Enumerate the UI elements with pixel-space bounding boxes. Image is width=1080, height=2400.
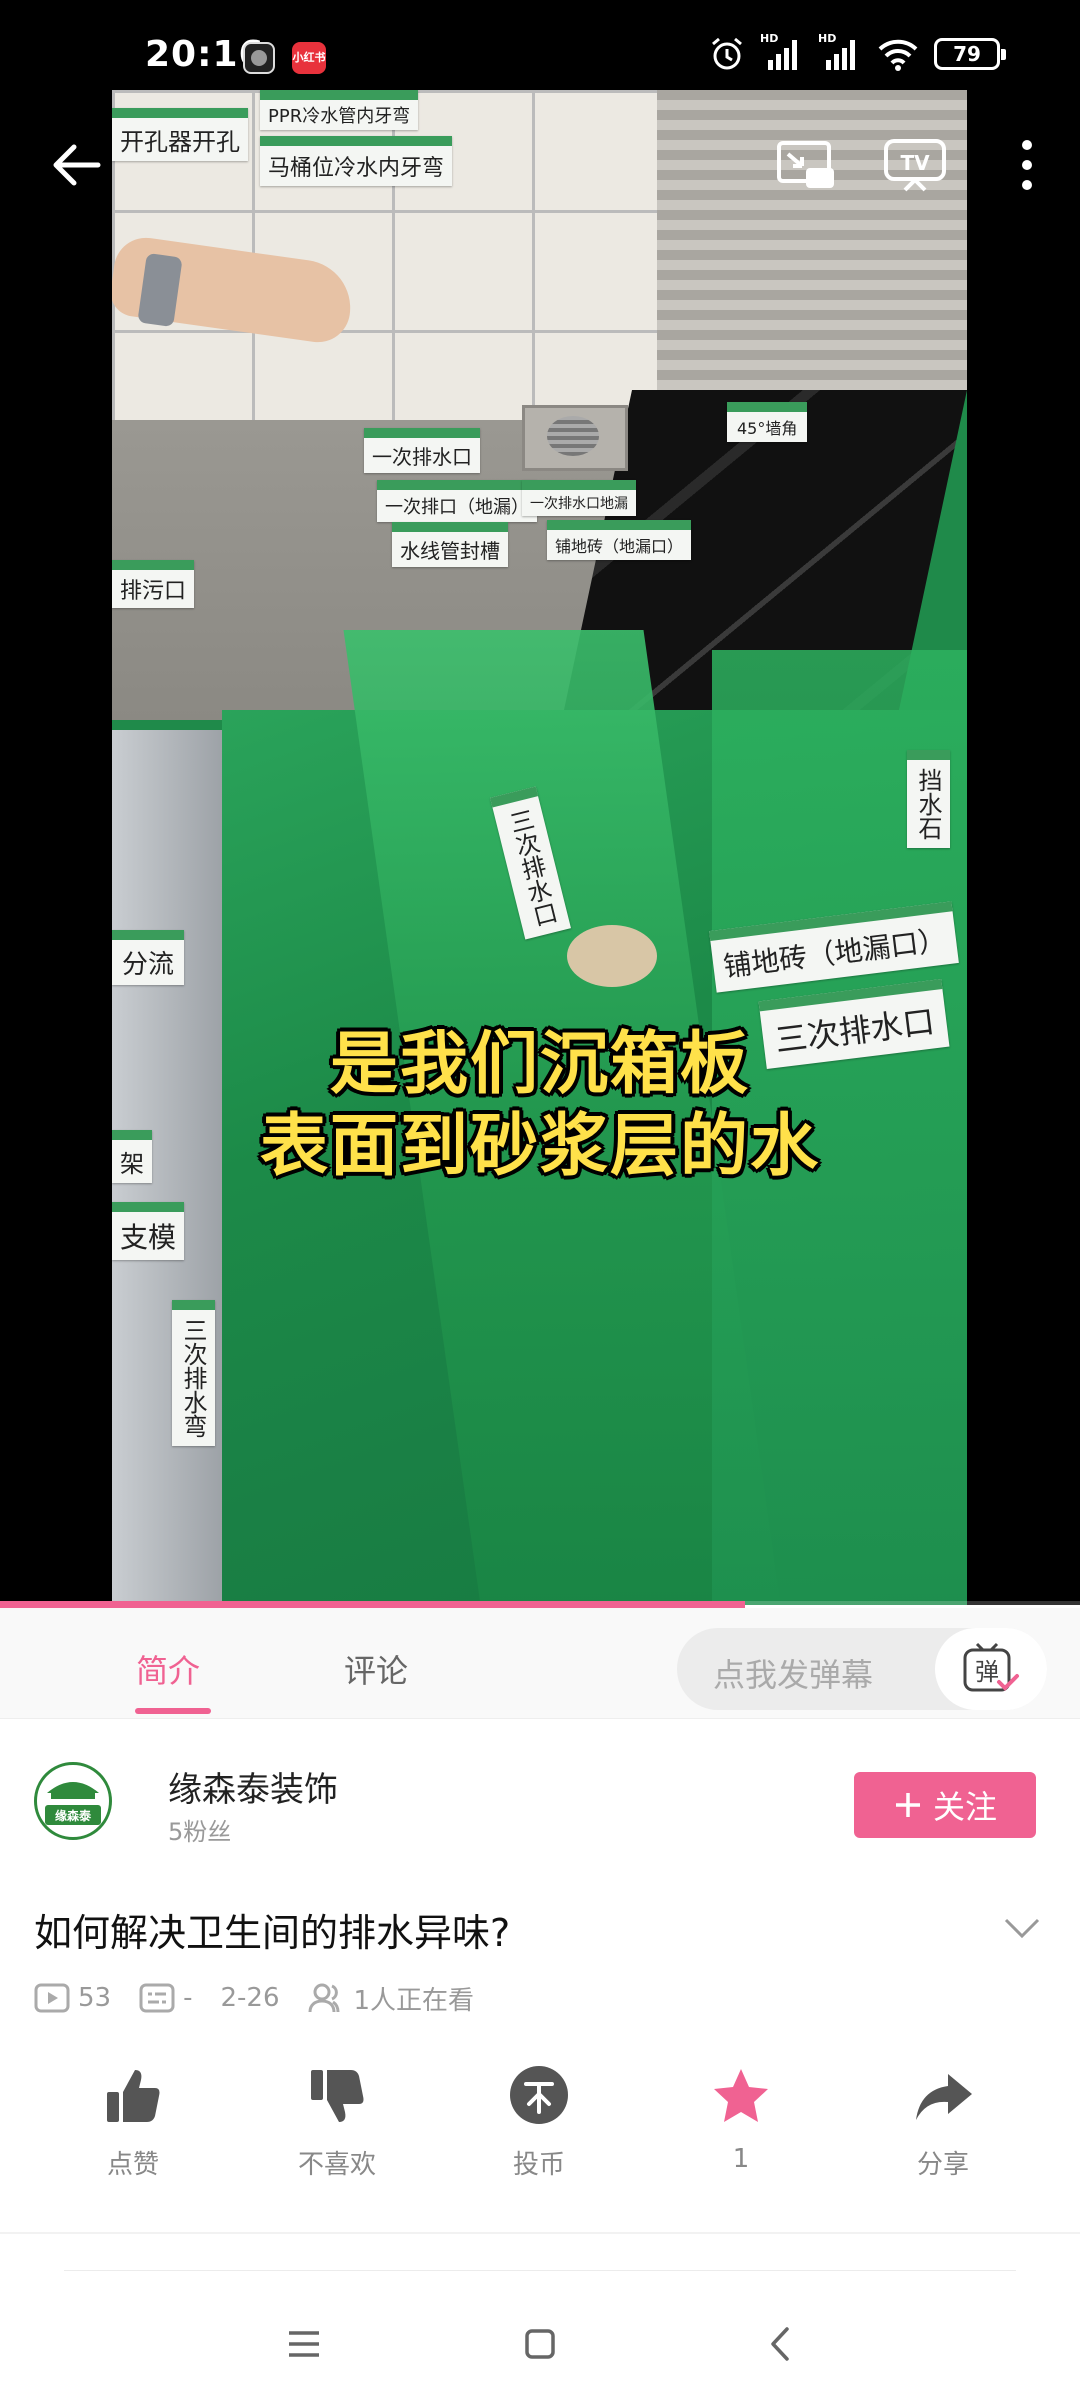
play-count-icon xyxy=(34,1983,70,2013)
player-top-controls: TV xyxy=(0,90,1080,250)
danmaku-count: - xyxy=(139,1983,192,2013)
app-notification-icon xyxy=(243,42,275,74)
more-button[interactable] xyxy=(992,130,1062,200)
back-arrow-icon xyxy=(53,144,101,186)
divider xyxy=(64,2270,1016,2271)
label-tag: 一次排口（地漏） xyxy=(377,480,537,522)
tab-intro[interactable]: 简介 xyxy=(136,1646,200,1692)
uploader-fans: 5粉丝 xyxy=(168,1818,232,1846)
video-meta: 53 - 2-26 1人正在看 xyxy=(34,1978,502,2018)
status-bar: 20:16 小红书 HD HD 79 xyxy=(0,0,1080,90)
back-button[interactable] xyxy=(42,130,112,200)
drain-cap xyxy=(567,925,657,987)
content-tabs: 简介 评论 点我发弹幕 弹 xyxy=(0,1608,1080,1719)
plus-icon xyxy=(895,1793,920,1817)
label-tag: 挡水石 xyxy=(907,750,950,848)
danmaku-toggle-button[interactable]: 弹 xyxy=(935,1628,1047,1710)
coin-icon xyxy=(510,2066,568,2124)
back-chevron-icon xyxy=(771,2327,789,2361)
view-count-value: 53 xyxy=(78,1983,112,2013)
home-square-icon xyxy=(525,2329,555,2359)
chevron-down-icon xyxy=(1004,1918,1040,1939)
alarm-icon xyxy=(712,37,742,70)
danmaku-button-label: 弹 xyxy=(975,1658,999,1686)
danmaku-input[interactable]: 点我发弹幕 弹 xyxy=(677,1628,1047,1710)
like-button[interactable]: 点赞 xyxy=(58,2060,208,2181)
label-tag: 排污口 xyxy=(112,560,195,608)
action-bar: 点赞 不喜欢 投币 1 分享 xyxy=(0,2060,1080,2190)
label-tag: 三次排水弯 xyxy=(172,1300,215,1446)
dislike-button[interactable]: 不喜欢 xyxy=(262,2060,412,2181)
danmaku-count-value: - xyxy=(183,1983,193,2013)
thumb-down-icon xyxy=(311,2070,364,2122)
label-tag: 分流 xyxy=(112,930,185,985)
svg-text:TV: TV xyxy=(900,151,930,175)
label-tag: 一次排水口 xyxy=(364,428,480,473)
status-icons: HD HD 79 xyxy=(708,32,1006,74)
floor-drain xyxy=(522,405,628,471)
follow-label: 关注 xyxy=(932,1788,997,1826)
xiaohongshu-notification-icon: 小红书 xyxy=(292,42,326,74)
video-player[interactable]: PPR冷水管内牙弯 开孔器开孔 马桶位冷水内牙弯 一次排水口 一次排口（地漏） … xyxy=(0,90,1080,1605)
more-icon xyxy=(1022,140,1032,190)
nav-menu-button[interactable] xyxy=(274,2314,334,2374)
avatar-text: 缘森泰 xyxy=(55,1808,92,1823)
signal-2-label: HD xyxy=(818,32,837,45)
danmaku-placeholder: 点我发弹幕 xyxy=(713,1656,874,1694)
watching-now-value: 1人正在看 xyxy=(353,1985,475,2016)
video-progress-bar[interactable] xyxy=(0,1601,1080,1608)
battery-icon: 79 xyxy=(934,38,1006,70)
tv-icon: TV xyxy=(884,139,946,192)
people-icon xyxy=(308,1983,339,2013)
video-progress-fill xyxy=(0,1601,746,1608)
thumb-up-icon xyxy=(107,2070,160,2122)
dislike-label: 不喜欢 xyxy=(297,2150,376,2180)
label-tag: 铺地砖（地漏口） xyxy=(547,520,692,560)
nav-back-button[interactable] xyxy=(750,2314,810,2374)
divider xyxy=(0,2232,1080,2234)
cast-icon xyxy=(777,141,834,188)
menu-icon xyxy=(289,2331,319,2357)
view-count: 53 xyxy=(34,1983,111,2013)
tab-comments[interactable]: 评论 xyxy=(344,1646,408,1692)
label-tag: 一次排水口地漏 xyxy=(522,480,636,516)
active-tab-indicator xyxy=(135,1708,211,1714)
danmaku-icon: 弹 xyxy=(963,1642,1019,1692)
signal-1-label: HD xyxy=(760,32,779,45)
avatar[interactable]: 缘森泰 xyxy=(34,1762,112,1840)
video-frame: PPR冷水管内牙弯 开孔器开孔 马桶位冷水内牙弯 一次排水口 一次排口（地漏） … xyxy=(112,90,967,1605)
favorite-button[interactable]: 1 xyxy=(666,2060,816,2174)
label-tag: 支模 xyxy=(112,1202,185,1260)
cast-button[interactable] xyxy=(771,130,841,200)
watching-now: 1人正在看 xyxy=(308,1980,475,2017)
share-label: 分享 xyxy=(916,2150,969,2180)
danmaku-count-icon xyxy=(139,1983,175,2013)
like-label: 点赞 xyxy=(106,2150,159,2180)
star-icon xyxy=(714,2069,768,2122)
expand-button[interactable] xyxy=(1000,1908,1044,1948)
avatar-logo: 缘森泰 xyxy=(45,1782,101,1825)
uploader-name[interactable]: 缘森泰装饰 xyxy=(168,1762,338,1811)
favorite-count: 1 xyxy=(732,2144,750,2174)
signal-icon-1: HD xyxy=(760,32,804,72)
uploader-row: 缘森泰 缘森泰装饰 5粉丝 关注 xyxy=(0,1720,1080,1890)
video-title: 如何解决卫生间的排水异味? xyxy=(34,1911,511,1955)
wifi-icon xyxy=(878,39,918,71)
tv-button[interactable]: TV xyxy=(880,130,950,200)
coin-button[interactable]: 投币 xyxy=(464,2060,614,2181)
share-button[interactable]: 分享 xyxy=(868,2060,1018,2181)
video-caption-line2: 表面到砂浆层的水 xyxy=(259,1107,820,1186)
label-tag: 水线管封槽 xyxy=(392,522,508,567)
publish-date: 2-26 xyxy=(220,1983,280,2013)
share-icon xyxy=(916,2074,972,2120)
signal-icon-2: HD xyxy=(818,32,862,72)
label-tag: 45°墙角 xyxy=(727,402,808,442)
system-nav-bar xyxy=(0,2290,1080,2400)
nav-home-button[interactable] xyxy=(510,2314,570,2374)
follow-button[interactable]: 关注 xyxy=(854,1772,1036,1838)
coin-label: 投币 xyxy=(512,2150,565,2180)
